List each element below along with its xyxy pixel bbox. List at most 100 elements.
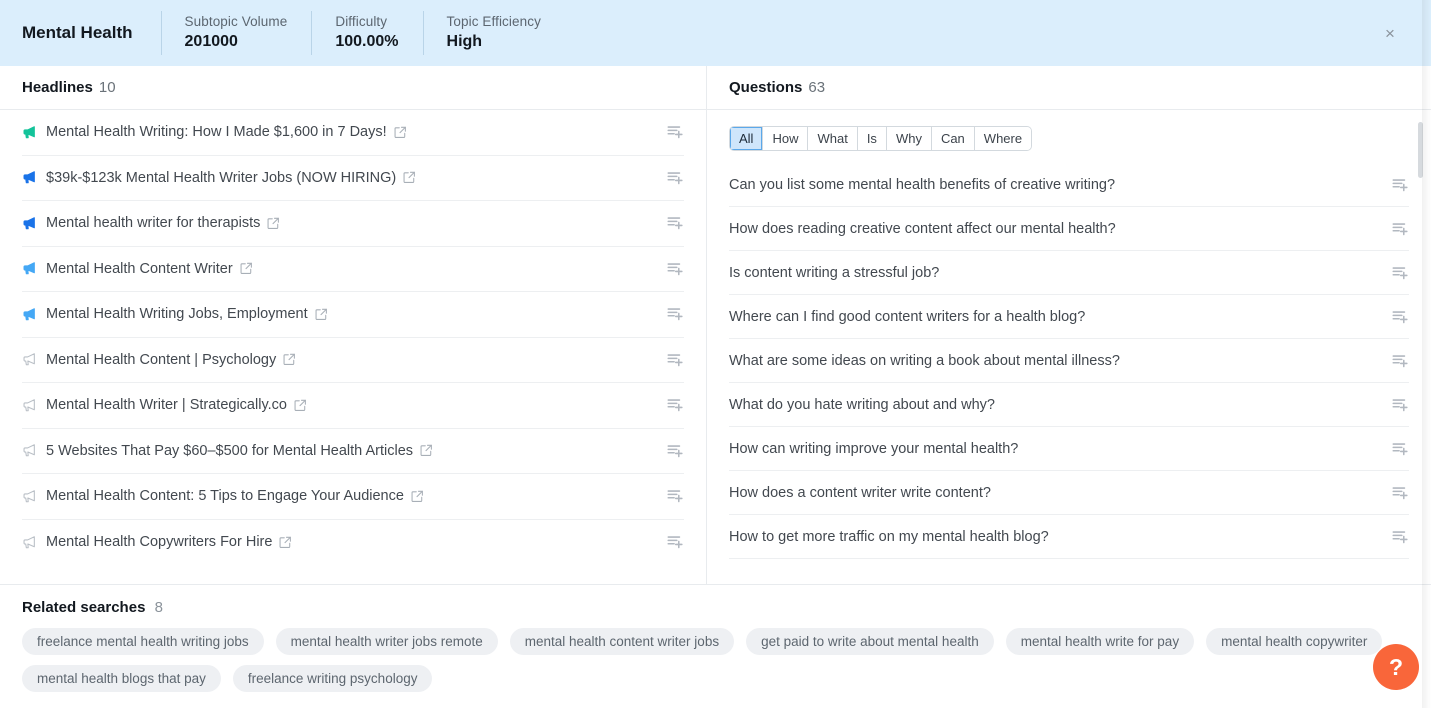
megaphone-icon <box>23 216 35 230</box>
question-row[interactable]: What do you hate writing about and why? <box>729 383 1409 427</box>
add-to-list-icon[interactable] <box>666 442 684 460</box>
related-search-chip[interactable]: mental health writer jobs remote <box>275 628 498 655</box>
add-to-list-icon[interactable] <box>666 351 684 369</box>
help-button[interactable]: ? <box>1373 644 1419 690</box>
add-to-list-icon[interactable] <box>666 487 684 505</box>
headlines-count: 10 <box>98 79 116 96</box>
external-link-icon[interactable] <box>403 171 416 184</box>
external-link-icon[interactable] <box>283 353 296 366</box>
headlines-panel: Headlines 10 Mental Health Writing: How … <box>0 66 707 584</box>
external-link-icon[interactable] <box>267 217 280 230</box>
headline-row[interactable]: Mental Health Writer | Strategically.co <box>22 383 684 429</box>
stat-subtopic-volume-value: 201000 <box>184 33 238 50</box>
add-to-list-icon[interactable] <box>1391 440 1409 458</box>
add-to-list-icon[interactable] <box>666 396 684 414</box>
headline-text-wrap: Mental Health Content | Psychology <box>22 351 296 368</box>
related-search-chip[interactable]: get paid to write about mental health <box>746 628 994 655</box>
add-to-list-icon[interactable] <box>1391 396 1409 414</box>
related-search-chip[interactable]: freelance mental health writing jobs <box>22 628 264 655</box>
headlines-body: Mental Health Writing: How I Made $1,600… <box>0 110 706 584</box>
add-to-list-icon[interactable] <box>666 214 684 232</box>
question-row[interactable]: How does reading creative content affect… <box>729 207 1409 251</box>
add-to-list-icon[interactable] <box>1391 484 1409 502</box>
question-filter-can[interactable]: Can <box>931 127 975 150</box>
external-link-icon[interactable] <box>240 262 253 275</box>
headline-row[interactable]: Mental Health Writing Jobs, Employment <box>22 292 684 338</box>
question-label: How can writing improve your mental heal… <box>729 440 1019 457</box>
questions-header: Questions 63 <box>707 66 1431 110</box>
headline-row[interactable]: Mental Health Content: 5 Tips to Engage … <box>22 474 684 520</box>
related-search-chip[interactable]: mental health content writer jobs <box>509 628 735 655</box>
question-filter-is[interactable]: Is <box>857 127 887 150</box>
headline-row[interactable]: 5 Websites That Pay $60–$500 for Mental … <box>22 429 684 474</box>
related-searches-chips: freelance mental health writing jobs ment… <box>22 628 1409 692</box>
question-label: How does reading creative content affect… <box>729 220 1116 237</box>
headline-row[interactable]: Mental Health Copywriters For Hire <box>22 520 684 566</box>
question-filter-how[interactable]: How <box>763 127 809 150</box>
headline-label: Mental Health Content | Psychology <box>46 351 277 368</box>
add-to-list-icon[interactable] <box>1391 528 1409 546</box>
add-to-list-icon[interactable] <box>666 169 684 187</box>
add-to-list-icon[interactable] <box>1391 176 1409 194</box>
headline-label: Mental Health Writer | Strategically.co <box>46 397 287 414</box>
add-to-list-icon[interactable] <box>666 123 684 141</box>
question-filter-what[interactable]: What <box>808 127 858 150</box>
add-to-list-icon[interactable] <box>1391 264 1409 282</box>
add-to-list-icon[interactable] <box>666 260 684 278</box>
add-to-list-icon[interactable] <box>1391 220 1409 238</box>
question-label: Can you list some mental health benefits… <box>729 176 1116 193</box>
external-link-icon[interactable] <box>294 399 307 412</box>
questions-scrollbar[interactable] <box>1418 122 1423 178</box>
stat-subtopic-volume: Subtopic Volume 201000 <box>160 0 312 66</box>
headline-row[interactable]: Mental Health Content Writer <box>22 247 684 292</box>
question-filter-why[interactable]: Why <box>886 127 932 150</box>
headlines-header: Headlines 10 <box>0 66 706 110</box>
headline-label: $39k-$123k Mental Health Writer Jobs (NO… <box>46 169 397 186</box>
headline-row[interactable]: Mental Health Content | Psychology <box>22 338 684 383</box>
add-to-list-icon[interactable] <box>1391 308 1409 326</box>
close-icon[interactable]: × <box>1379 22 1401 44</box>
add-to-list-icon[interactable] <box>1391 352 1409 370</box>
question-row[interactable]: How can writing improve your mental heal… <box>729 427 1409 471</box>
headline-label: Mental Health Writing Jobs, Employment <box>46 306 308 323</box>
related-search-chip[interactable]: mental health write for pay <box>1005 628 1195 655</box>
question-row[interactable]: Is content writing a stressful job? <box>729 251 1409 295</box>
external-link-icon[interactable] <box>279 536 292 549</box>
questions-title: Questions <box>729 79 803 96</box>
related-search-chip[interactable]: mental health copywriter <box>1206 628 1383 655</box>
topic-title-block: Mental Health <box>0 0 161 66</box>
question-row[interactable]: Can you list some mental health benefits… <box>729 163 1409 207</box>
panels-container: Headlines 10 Mental Health Writing: How … <box>0 66 1431 585</box>
related-search-chip[interactable]: mental health blogs that pay <box>22 665 221 692</box>
external-link-icon[interactable] <box>420 444 433 457</box>
question-label: How does a content writer write content? <box>729 484 991 501</box>
stat-topic-efficiency: Topic Efficiency High <box>422 0 565 66</box>
topic-header-stats: Mental Health Subtopic Volume 201000 Dif… <box>0 0 565 66</box>
question-row[interactable]: How to get more traffic on my mental hea… <box>729 515 1409 559</box>
headline-label: Mental health writer for therapists <box>46 215 261 232</box>
questions-list: Can you list some mental health benefits… <box>707 163 1431 559</box>
question-row[interactable]: Where can I find good content writers fo… <box>729 295 1409 339</box>
add-to-list-icon[interactable] <box>666 533 684 551</box>
related-search-chip[interactable]: freelance writing psychology <box>232 665 433 692</box>
headline-label: Mental Health Writing: How I Made $1,600… <box>46 124 387 141</box>
headline-row[interactable]: Mental health writer for therapists <box>22 201 684 247</box>
external-link-icon[interactable] <box>315 308 328 321</box>
serp-insights-panel: Mental Health Subtopic Volume 201000 Dif… <box>0 0 1431 708</box>
headline-label: 5 Websites That Pay $60–$500 for Mental … <box>46 442 414 459</box>
question-filter-all[interactable]: All <box>730 127 764 150</box>
question-row[interactable]: How does a content writer write content? <box>729 471 1409 515</box>
related-searches-count: 8 <box>154 599 163 616</box>
headline-row[interactable]: Mental Health Writing: How I Made $1,600… <box>22 110 684 156</box>
megaphone-icon <box>23 444 35 457</box>
add-to-list-icon[interactable] <box>666 305 684 323</box>
headline-row[interactable]: $39k-$123k Mental Health Writer Jobs (NO… <box>22 156 684 201</box>
headline-text-wrap: $39k-$123k Mental Health Writer Jobs (NO… <box>22 169 416 186</box>
external-link-icon[interactable] <box>411 490 424 503</box>
related-searches-title: Related searches <box>22 599 146 616</box>
megaphone-icon <box>23 171 35 184</box>
question-label: What do you hate writing about and why? <box>729 396 995 413</box>
question-row[interactable]: What are some ideas on writing a book ab… <box>729 339 1409 383</box>
external-link-icon[interactable] <box>394 126 407 139</box>
question-filter-where[interactable]: Where <box>974 127 1032 150</box>
